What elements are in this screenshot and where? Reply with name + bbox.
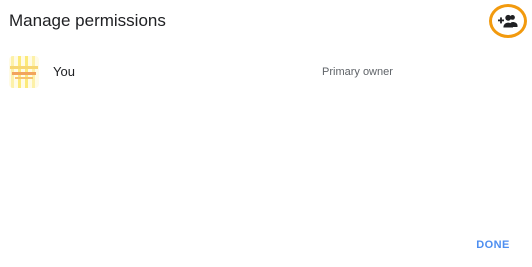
dialog-title: Manage permissions [9, 11, 166, 30]
person-add-icon [498, 14, 518, 28]
user-avatar [9, 56, 39, 88]
add-person-button[interactable] [489, 4, 527, 38]
permission-name: You [53, 64, 75, 79]
permission-row: You Primary owner [0, 56, 532, 88]
permission-role: Primary owner [322, 66, 393, 78]
manage-permissions-dialog: Manage permissions You Primary owner DON… [0, 0, 532, 267]
done-button[interactable]: DONE [470, 234, 516, 256]
